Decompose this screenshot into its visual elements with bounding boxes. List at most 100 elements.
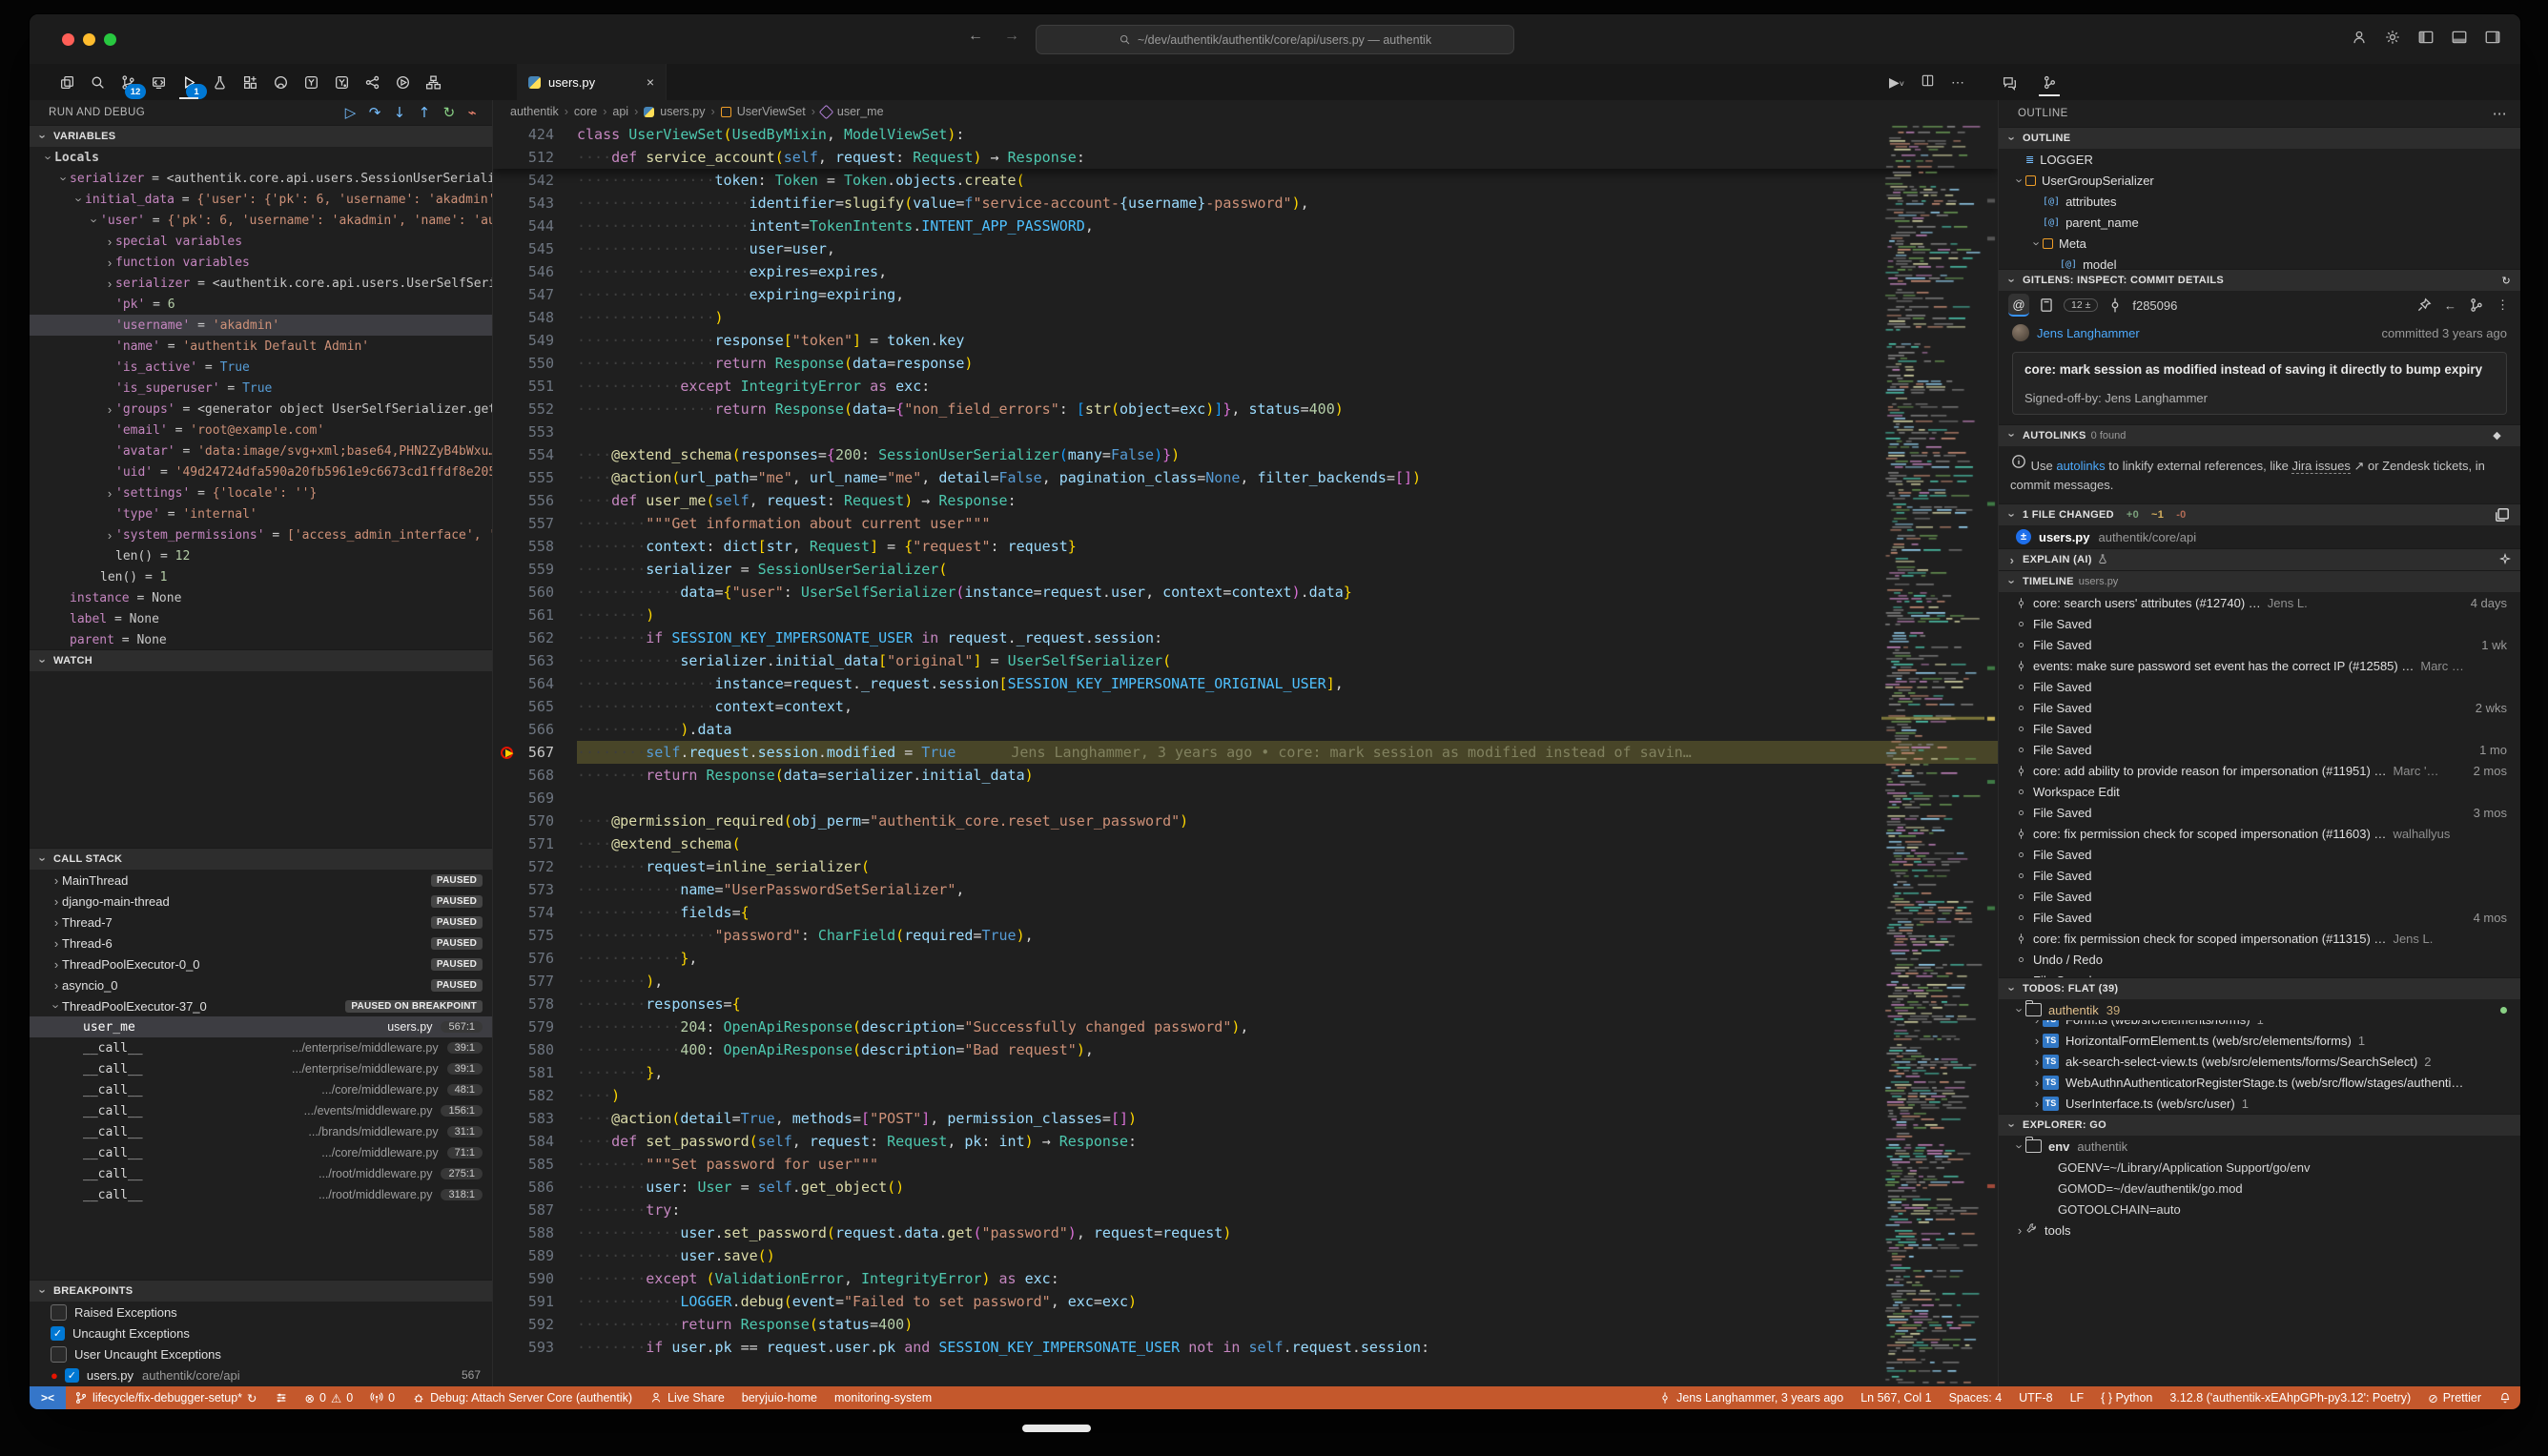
code-line-573[interactable]: 573············name="UserPasswordSetSeri… — [493, 878, 1998, 901]
todo-file-row[interactable]: ›TSUserInterface.ts (web/src/user)1 — [1999, 1093, 2520, 1114]
thread-row[interactable]: ›django-main-threadPAUSED — [30, 891, 492, 912]
stack-frame-row[interactable]: __call__.../core/middleware.py71:1 — [30, 1142, 492, 1163]
activity-item-github-actions[interactable] — [298, 70, 323, 94]
gutter[interactable]: 591 — [493, 1290, 577, 1313]
gutter[interactable]: 547 — [493, 283, 577, 306]
status-live-share[interactable]: Live Share — [641, 1386, 733, 1409]
code-line-572[interactable]: 572········request=inline_serializer( — [493, 855, 1998, 878]
debug-step-into-icon[interactable]: ↓ — [394, 104, 406, 121]
kebab-icon[interactable]: ⋮ — [2497, 297, 2509, 313]
timeline-item[interactable]: File Saved1 wk — [1999, 634, 2520, 655]
gutter[interactable]: 587 — [493, 1199, 577, 1221]
timeline-item[interactable]: File Saved1 mo — [1999, 739, 2520, 760]
go-env-var[interactable]: GOMOD=~/dev/authentik/go.mod — [1999, 1178, 2520, 1199]
gutter[interactable]: 561 — [493, 604, 577, 626]
code-line-561[interactable]: 561········) — [493, 604, 1998, 626]
debug-step-out-icon[interactable]: ↑ — [419, 104, 431, 121]
stack-frame-row[interactable]: __call__.../enterprise/middleware.py39:1 — [30, 1037, 492, 1058]
autolinks-link[interactable]: autolinks — [2056, 459, 2105, 473]
gutter[interactable]: 564 — [493, 672, 577, 695]
gutter[interactable]: 545 — [493, 237, 577, 260]
gutter[interactable]: 571 — [493, 832, 577, 855]
code-line-582[interactable]: 582····) — [493, 1084, 1998, 1107]
go-env-var[interactable]: GOENV=~/Library/Application Support/go/e… — [1999, 1157, 2520, 1178]
status-prettier[interactable]: ⊘Prettier — [2419, 1386, 2490, 1409]
variable-row[interactable]: len() = 12 — [30, 545, 492, 566]
variable-row[interactable]: ›special variables — [30, 231, 492, 252]
variable-row[interactable]: 'avatar' = 'data:image/svg+xml;base64,PH… — [30, 441, 492, 461]
status-indentation[interactable]: Spaces: 4 — [1941, 1386, 2011, 1409]
thread-row[interactable]: ›ThreadPoolExecutor-37_0PAUSED ON BREAKP… — [30, 995, 492, 1016]
breadcrumb-item[interactable]: UserViewSet — [737, 105, 806, 118]
variable-row[interactable]: 'is_active' = True — [30, 357, 492, 378]
timeline-item[interactable]: File Saved — [1999, 865, 2520, 886]
gutter[interactable]: 551 — [493, 375, 577, 398]
tab-users-py[interactable]: users.py × — [517, 64, 667, 100]
code-line-587[interactable]: 587········try: — [493, 1199, 1998, 1221]
breadcrumb-item[interactable]: user_me — [837, 105, 884, 118]
code-line-554[interactable]: 554····@extend_schema(responses={200: Se… — [493, 443, 1998, 466]
gutter[interactable]: 586 — [493, 1176, 577, 1199]
breakpoint-checkbox[interactable]: ✓ — [65, 1368, 79, 1383]
code-line-583[interactable]: 583····@action(detail=True, methods=["PO… — [493, 1107, 1998, 1130]
gutter[interactable]: 553 — [493, 420, 577, 443]
more-actions-icon[interactable]: ⋯ — [1951, 74, 1964, 91]
variable-row[interactable]: 'username' = 'akadmin' — [30, 315, 492, 336]
breakpoint-row[interactable]: ●✓users.pyauthentik/core/api567 — [30, 1364, 492, 1385]
debug-step-over-icon[interactable]: ↷ — [369, 104, 381, 121]
gutter[interactable]: 582 — [493, 1084, 577, 1107]
code-line-548[interactable]: 548················) — [493, 306, 1998, 329]
code-line-565[interactable]: 565················context=context, — [493, 695, 1998, 718]
activity-item-explorer[interactable] — [54, 70, 79, 94]
activity-item-remote-explorer[interactable] — [146, 70, 171, 94]
variable-row[interactable]: 'email' = 'root@example.com' — [30, 420, 492, 441]
section-header[interactable]: ›EXPLORER: GO — [1999, 1114, 2520, 1136]
gutter[interactable]: 550 — [493, 352, 577, 375]
commit-search-icon[interactable]: @ — [2008, 294, 2029, 317]
outline-item[interactable]: [@]model — [1999, 254, 2520, 269]
todo-file-row[interactable]: ›TSForm.ts (web/src/elements/forms)1 — [1999, 1020, 2520, 1030]
activity-item-github[interactable] — [268, 70, 293, 94]
code-line-542[interactable]: 542················token: Token = Token.… — [493, 169, 1998, 192]
section-header[interactable]: ›VARIABLES — [30, 125, 492, 147]
breakpoint-row[interactable]: ✓Uncaught Exceptions — [30, 1323, 492, 1343]
code-line-560[interactable]: 560············data={"user": UserSelfSer… — [493, 581, 1998, 604]
navigate-forward-icon[interactable]: → — [1004, 28, 1019, 45]
changed-file-row[interactable]: ±users.pyauthentik/core/api — [1999, 525, 2520, 548]
close-window-button[interactable] — [62, 33, 74, 46]
account-icon[interactable] — [2351, 29, 2368, 46]
thread-row[interactable]: ›Thread-6PAUSED — [30, 933, 492, 954]
thread-row[interactable]: ›ThreadPoolExecutor-0_0PAUSED — [30, 954, 492, 974]
code-line-586[interactable]: 586········user: User = self.get_object(… — [493, 1176, 1998, 1199]
thread-row[interactable]: ›asyncio_0PAUSED — [30, 974, 492, 995]
back-icon[interactable]: ← — [2444, 298, 2456, 313]
status-python-interpreter[interactable]: 3.12.8 ('authentik-xEAhpGPh-py3.12': Poe… — [2161, 1386, 2419, 1409]
debug-continue-icon[interactable]: ▷ — [345, 104, 357, 121]
code-line-566[interactable]: 566············).data — [493, 718, 1998, 741]
activity-item-github-pull-requests[interactable] — [329, 70, 354, 94]
section-header[interactable]: ›TODOS: FLAT (39) — [1999, 977, 2520, 999]
gutter[interactable]: 562 — [493, 626, 577, 649]
timeline-item[interactable]: File Saved — [1999, 613, 2520, 634]
code-line-592[interactable]: 592············return Response(status=40… — [493, 1313, 1998, 1336]
gutter[interactable]: 566 — [493, 718, 577, 741]
gutter[interactable]: 569 — [493, 787, 577, 810]
code-line-568[interactable]: 568········return Response(data=serializ… — [493, 764, 1998, 787]
section-header[interactable]: ›BREAKPOINTS — [30, 1280, 492, 1302]
thread-row[interactable]: ›MainThreadPAUSED — [30, 870, 492, 891]
code-line-563[interactable]: 563············serializer.initial_data["… — [493, 649, 1998, 672]
gutter[interactable]: 572 — [493, 855, 577, 878]
run-python-file-icon[interactable]: ▶˅ — [1889, 74, 1904, 91]
gutter[interactable]: 557 — [493, 512, 577, 535]
gutter[interactable]: 565 — [493, 695, 577, 718]
gutter[interactable]: 558 — [493, 535, 577, 558]
code-line-589[interactable]: 589············user.save() — [493, 1244, 1998, 1267]
code-line-575[interactable]: 575················"password": CharField… — [493, 924, 1998, 947]
timeline-item[interactable]: File Saved3 mos — [1999, 802, 2520, 823]
gutter[interactable]: 585 — [493, 1153, 577, 1176]
code-line-552[interactable]: 552················return Response(data=… — [493, 398, 1998, 420]
timeline-item[interactable]: Undo / Redo — [1999, 949, 2520, 970]
zoom-window-button[interactable] — [104, 33, 116, 46]
todo-file-row[interactable]: ›TSHorizontalFormElement.ts (web/src/ele… — [1999, 1030, 2520, 1051]
activity-item-search[interactable] — [85, 70, 110, 94]
